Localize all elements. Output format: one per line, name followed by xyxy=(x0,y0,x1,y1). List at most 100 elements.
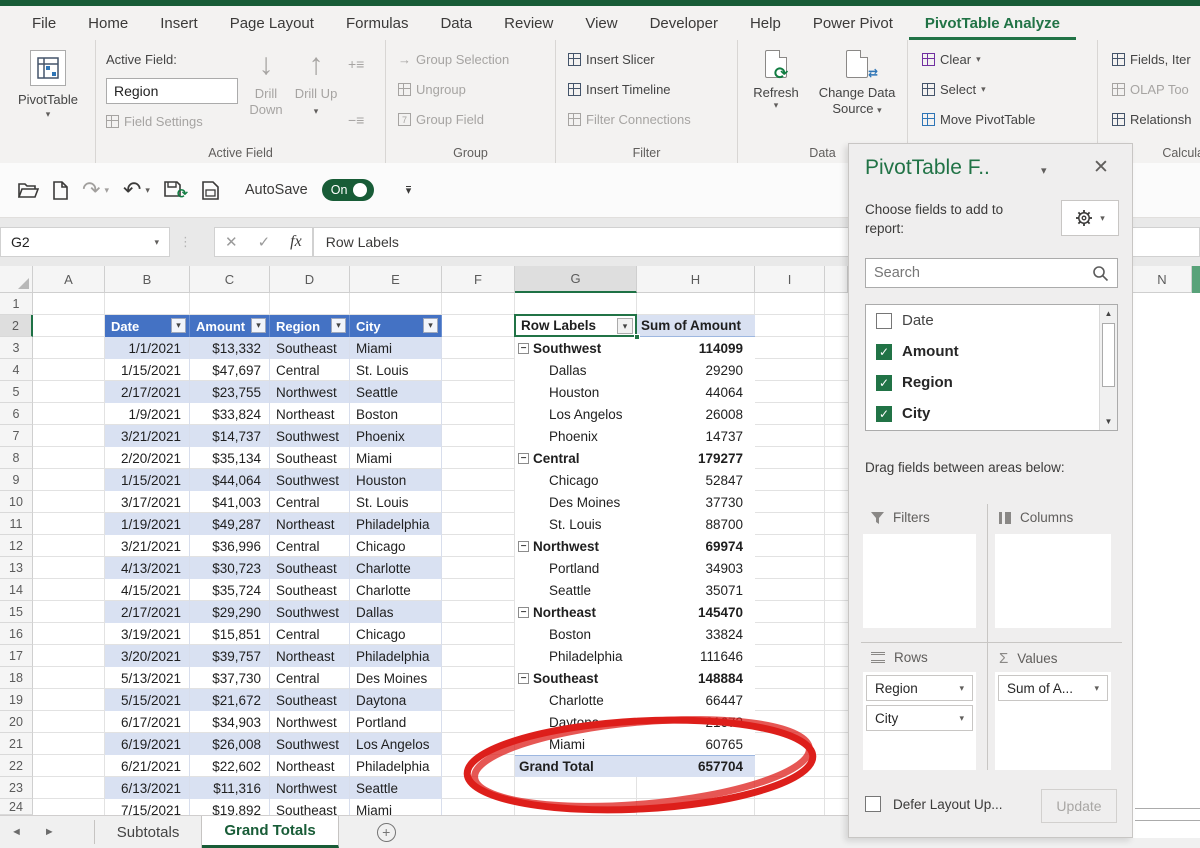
table-cell[interactable]: 2/17/2021 xyxy=(105,381,190,403)
filter-dropdown-icon[interactable]: ▾ xyxy=(423,318,438,333)
field-item-region[interactable]: ✓ Region xyxy=(866,367,1117,398)
row-header-18[interactable]: 18 xyxy=(0,667,33,689)
table-cell[interactable]: $19,892 xyxy=(190,799,270,815)
table-cell[interactable]: $30,723 xyxy=(190,557,270,579)
tab-formulas[interactable]: Formulas xyxy=(330,6,425,40)
row-header-8[interactable]: 8 xyxy=(0,447,33,469)
table-cell[interactable]: 3/17/2021 xyxy=(105,491,190,513)
values-drop-area[interactable]: Sum of A... ▾ xyxy=(995,672,1111,770)
table-cell[interactable]: Southwest xyxy=(270,601,350,623)
ungroup-button[interactable]: Ungroup xyxy=(398,82,466,97)
fields-scrollbar[interactable]: ▲ ▼ xyxy=(1099,305,1117,430)
collapse-minus-icon[interactable]: − xyxy=(518,606,529,618)
row-header-16[interactable]: 16 xyxy=(0,623,33,645)
clear-button[interactable]: Clear ▾ xyxy=(922,52,981,67)
collapse-minus-icon[interactable]: − xyxy=(518,342,529,354)
table-cell[interactable]: $15,851 xyxy=(190,623,270,645)
table-cell[interactable]: $36,996 xyxy=(190,535,270,557)
row-header-3[interactable]: 3 xyxy=(0,337,33,359)
fields-items-button[interactable]: Fields, Iter xyxy=(1112,52,1191,67)
values-field-pill[interactable]: Sum of A... ▾ xyxy=(998,675,1108,701)
move-pivottable-button[interactable]: Move PivotTable xyxy=(922,112,1035,127)
table-cell[interactable]: Seattle xyxy=(350,777,442,799)
table-cell[interactable]: Daytona xyxy=(350,689,442,711)
field-item-city[interactable]: ✓ City xyxy=(866,398,1117,429)
table-cell[interactable]: Northeast xyxy=(270,645,350,667)
table-cell[interactable]: Philadelphia xyxy=(350,755,442,777)
collapse-minus-icon[interactable]: − xyxy=(518,540,529,552)
table-cell[interactable]: Chicago xyxy=(350,623,442,645)
table-cell[interactable]: Northeast xyxy=(270,755,350,777)
customize-qat-chevron-icon[interactable]: ▾ xyxy=(405,185,412,196)
table-cell[interactable]: $39,757 xyxy=(190,645,270,667)
rows-field-pill-city[interactable]: City ▾ xyxy=(866,705,973,731)
table-cell[interactable]: Houston xyxy=(350,469,442,491)
table-cell[interactable]: 1/1/2021 xyxy=(105,337,190,359)
tab-page-layout[interactable]: Page Layout xyxy=(214,6,330,40)
table-cell[interactable]: Southeast xyxy=(270,689,350,711)
table-cell[interactable]: Philadelphia xyxy=(350,513,442,535)
table-cell[interactable]: Charlotte xyxy=(350,579,442,601)
row-header-1[interactable]: 1 xyxy=(0,293,33,315)
table-cell[interactable]: 6/21/2021 xyxy=(105,755,190,777)
pane-title-dropdown-icon[interactable]: ▾ xyxy=(1041,164,1047,177)
table-cell[interactable]: Northeast xyxy=(270,513,350,535)
tab-data[interactable]: Data xyxy=(424,6,488,40)
row-header-11[interactable]: 11 xyxy=(0,513,33,535)
table-cell[interactable]: $49,287 xyxy=(190,513,270,535)
row-header-6[interactable]: 6 xyxy=(0,403,33,425)
open-file-button[interactable] xyxy=(18,182,39,199)
table-cell[interactable]: Southeast xyxy=(270,557,350,579)
table-cell[interactable]: Southwest xyxy=(270,733,350,755)
rows-drop-area[interactable]: Region ▾ City ▾ xyxy=(863,672,976,770)
column-header-c[interactable]: C xyxy=(190,266,270,293)
row-header-5[interactable]: 5 xyxy=(0,381,33,403)
table-cell[interactable]: $37,730 xyxy=(190,667,270,689)
table-cell[interactable]: Northwest xyxy=(270,381,350,403)
field-checkbox-amount[interactable]: ✓ xyxy=(876,343,892,360)
tab-file[interactable]: File xyxy=(16,6,72,40)
tab-review[interactable]: Review xyxy=(488,6,569,40)
pivottable-button[interactable]: PivotTable ▾ xyxy=(0,50,96,120)
table-cell[interactable]: 3/19/2021 xyxy=(105,623,190,645)
tab-developer[interactable]: Developer xyxy=(634,6,734,40)
table-cell[interactable]: Miami xyxy=(350,447,442,469)
table-cell[interactable]: Portland xyxy=(350,711,442,733)
row-header-9[interactable]: 9 xyxy=(0,469,33,491)
tab-help[interactable]: Help xyxy=(734,6,797,40)
filter-dropdown-icon[interactable]: ▾ xyxy=(331,318,346,333)
table-cell[interactable]: 4/13/2021 xyxy=(105,557,190,579)
field-checkbox-region[interactable]: ✓ xyxy=(876,374,892,391)
column-header-g[interactable]: G xyxy=(515,266,637,293)
table-cell[interactable]: Chicago xyxy=(350,535,442,557)
chevron-down-icon[interactable]: ▾ xyxy=(959,713,964,724)
insert-timeline-button[interactable]: Insert Timeline xyxy=(568,82,671,97)
filter-dropdown-icon[interactable]: ▾ xyxy=(171,318,186,333)
table-cell[interactable]: $35,134 xyxy=(190,447,270,469)
tab-pivottable-analyze[interactable]: PivotTable Analyze xyxy=(908,6,1076,40)
table-cell[interactable]: 6/19/2021 xyxy=(105,733,190,755)
table-cell[interactable]: Central xyxy=(270,535,350,557)
table-cell[interactable]: $26,008 xyxy=(190,733,270,755)
drill-down-button[interactable]: ↓ Drill Down xyxy=(246,48,286,118)
collapse-minus-icon[interactable]: − xyxy=(518,672,529,684)
table-cell[interactable]: 2/20/2021 xyxy=(105,447,190,469)
table-cell[interactable]: $29,290 xyxy=(190,601,270,623)
expand-field-button[interactable]: +≡ xyxy=(348,56,364,72)
column-header-n[interactable]: N xyxy=(1133,266,1192,293)
row-header-7[interactable]: 7 xyxy=(0,425,33,447)
tab-power-pivot[interactable]: Power Pivot xyxy=(797,6,909,40)
row-labels-filter-dropdown[interactable]: ▾ xyxy=(617,318,633,334)
row-header-21[interactable]: 21 xyxy=(0,733,33,755)
table-cell[interactable]: Central xyxy=(270,491,350,513)
select-all-corner[interactable] xyxy=(0,266,33,293)
table-cell[interactable]: $33,824 xyxy=(190,403,270,425)
table-cell[interactable]: Northwest xyxy=(270,711,350,733)
table-cell[interactable]: $34,903 xyxy=(190,711,270,733)
row-header-4[interactable]: 4 xyxy=(0,359,33,381)
column-header-partial[interactable] xyxy=(825,266,848,293)
pivot-header-sum-of-amount[interactable]: Sum of Amount xyxy=(637,315,755,336)
insert-slicer-button[interactable]: Insert Slicer xyxy=(568,52,655,67)
table-cell[interactable]: Philadelphia xyxy=(350,645,442,667)
active-field-input[interactable]: Region xyxy=(106,78,238,104)
